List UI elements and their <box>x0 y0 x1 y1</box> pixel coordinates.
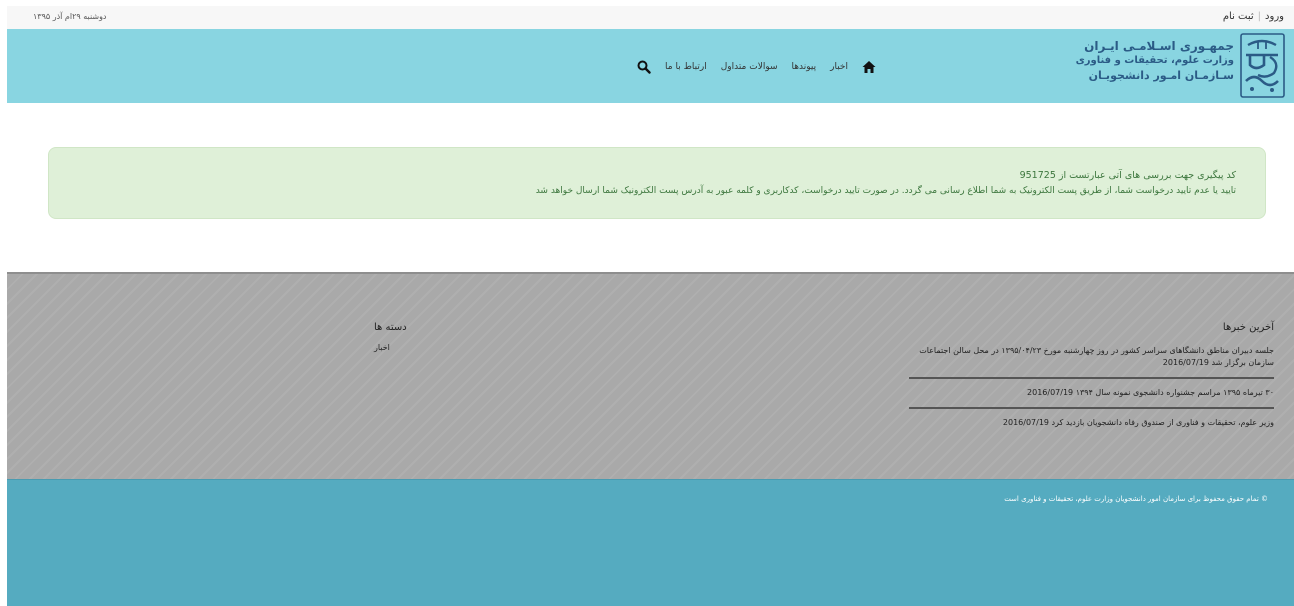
latest-news: آخرین خبرها جلسه دبیران مناطق دانشگاهای … <box>909 322 1274 435</box>
tracking-code-alert: کد پیگیری جهت بررسی های آتی عبارتست از 9… <box>48 147 1266 219</box>
search-icon[interactable] <box>637 60 651 74</box>
news-item[interactable]: ۳۰ تیرماه ۱۳۹۵ مراسم جشنواره دانشجوی نمو… <box>909 383 1274 405</box>
top-bar: ورود|ثبت نام دوشنبه ۲۹ام آذر ۱۳۹۵ <box>7 6 1294 29</box>
main-nav: اخبار پیوندها سوالات متداول ارتباط با ما <box>637 57 876 77</box>
news-divider <box>909 377 1274 379</box>
latest-news-title: آخرین خبرها <box>1222 322 1274 333</box>
news-item-text: ۳۰ تیرماه ۱۳۹۵ مراسم جشنواره دانشجوی نمو… <box>1075 388 1274 397</box>
site-header: جمهـوری اسـلامـی ایـران وزارت علوم، تحقی… <box>7 29 1294 103</box>
current-date: دوشنبه ۲۹ام آذر ۱۳۹۵ <box>33 12 107 21</box>
register-link[interactable]: ثبت نام <box>1223 11 1254 22</box>
news-item-date: 2016/07/19 <box>1002 418 1049 427</box>
news-item[interactable]: وزیر علوم، تحقیقات و فناوری از صندوق رفا… <box>909 413 1274 435</box>
news-item[interactable]: جلسه دبیران مناطق دانشگاهای سراسر کشور د… <box>909 345 1274 375</box>
organization-name: جمهـوری اسـلامـی ایـران وزارت علوم، تحقی… <box>1034 38 1234 83</box>
page: ورود|ثبت نام دوشنبه ۲۹ام آذر ۱۳۹۵ جمهـور… <box>0 0 1294 606</box>
news-item-date: 2016/07/19 <box>1027 388 1074 397</box>
nav-item-faq[interactable]: سوالات متداول <box>721 62 778 72</box>
nav-item-contact[interactable]: ارتباط با ما <box>665 62 707 72</box>
news-item-date: 2016/07/19 <box>1162 358 1209 367</box>
categories-title: دسته ها <box>374 322 407 333</box>
home-icon[interactable] <box>862 60 876 74</box>
logo-line-1: جمهـوری اسـلامـی ایـران <box>1084 39 1234 53</box>
organization-logo-emblem[interactable] <box>1240 33 1285 98</box>
news-divider <box>909 407 1274 409</box>
nav-item-links[interactable]: پیوندها <box>792 62 817 72</box>
auth-links: ورود|ثبت نام <box>1223 11 1284 22</box>
categories: دسته ها اخبار <box>374 322 634 352</box>
logo-line-2: وزارت علوم، تحقیقات و فناوری <box>1075 55 1234 66</box>
news-item-text: وزیر علوم، تحقیقات و فناوری از صندوق رفا… <box>1051 418 1274 427</box>
news-item-text: جلسه دبیران مناطق دانشگاهای سراسر کشور د… <box>919 346 1274 367</box>
tracking-code-message: کد پیگیری جهت بررسی های آتی عبارتست از 9… <box>1019 170 1236 181</box>
logo-line-3: سـازمـان امـور دانشجویـان <box>1088 69 1234 82</box>
footer: آخرین خبرها جلسه دبیران مناطق دانشگاهای … <box>7 272 1294 481</box>
copyright-text: © تمام حقوق محفوظ برای سازمان امور دانشج… <box>1004 495 1268 503</box>
category-item-news[interactable]: اخبار <box>374 343 634 352</box>
auth-separator: | <box>1257 11 1262 22</box>
copyright-bar: © تمام حقوق محفوظ برای سازمان امور دانشج… <box>7 479 1294 606</box>
login-link[interactable]: ورود <box>1265 11 1284 22</box>
nav-item-news[interactable]: اخبار <box>830 62 848 72</box>
approval-notice-message: تایید یا عدم تایید درخواست شما، از طریق … <box>535 186 1236 196</box>
